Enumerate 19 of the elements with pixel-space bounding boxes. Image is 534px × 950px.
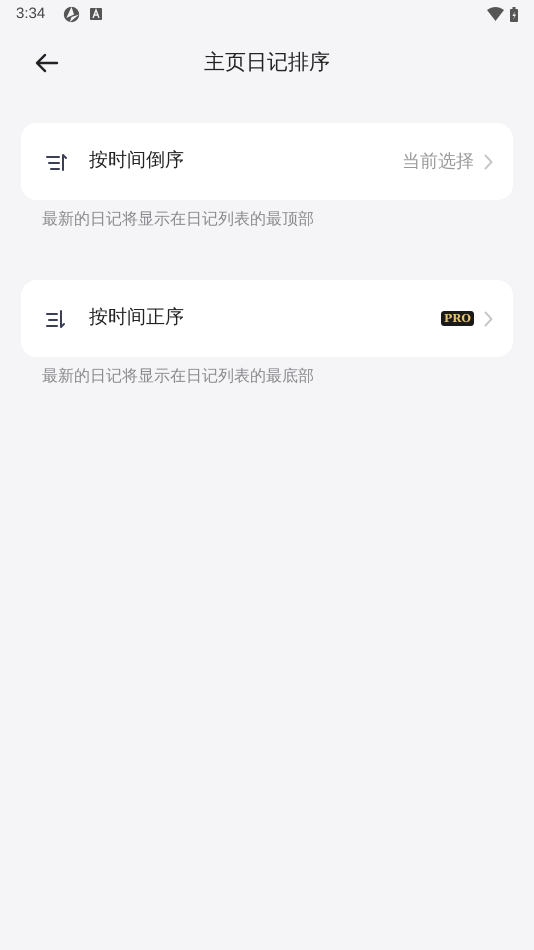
option-label: 按时间倒序 <box>89 149 185 174</box>
back-button[interactable] <box>34 52 60 74</box>
chevron-right-icon <box>484 154 493 170</box>
sort-option[interactable]: 按时间正序 PRO <box>21 280 513 357</box>
option-description: 最新的日记将显示在日记列表的最顶部 <box>42 210 315 230</box>
keyboard-letter-icon <box>90 8 102 20</box>
status-time: 3:34 <box>16 4 46 24</box>
sort-option[interactable]: 按时间倒序 当前选择 <box>21 123 513 200</box>
wifi-icon <box>487 7 504 21</box>
sort-ascending-icon <box>45 308 68 328</box>
current-selection-label: 当前选择 <box>402 150 474 173</box>
option-label: 按时间正序 <box>89 306 185 330</box>
page-title: 主页日记排序 <box>204 50 330 76</box>
aperture-icon <box>63 6 80 22</box>
option-description: 最新的日记将显示在日记列表的最底部 <box>42 366 315 387</box>
battery-icon <box>510 6 518 22</box>
pro-badge: PRO <box>441 311 474 326</box>
chevron-right-icon <box>484 310 493 326</box>
sort-descending-icon <box>45 152 68 172</box>
